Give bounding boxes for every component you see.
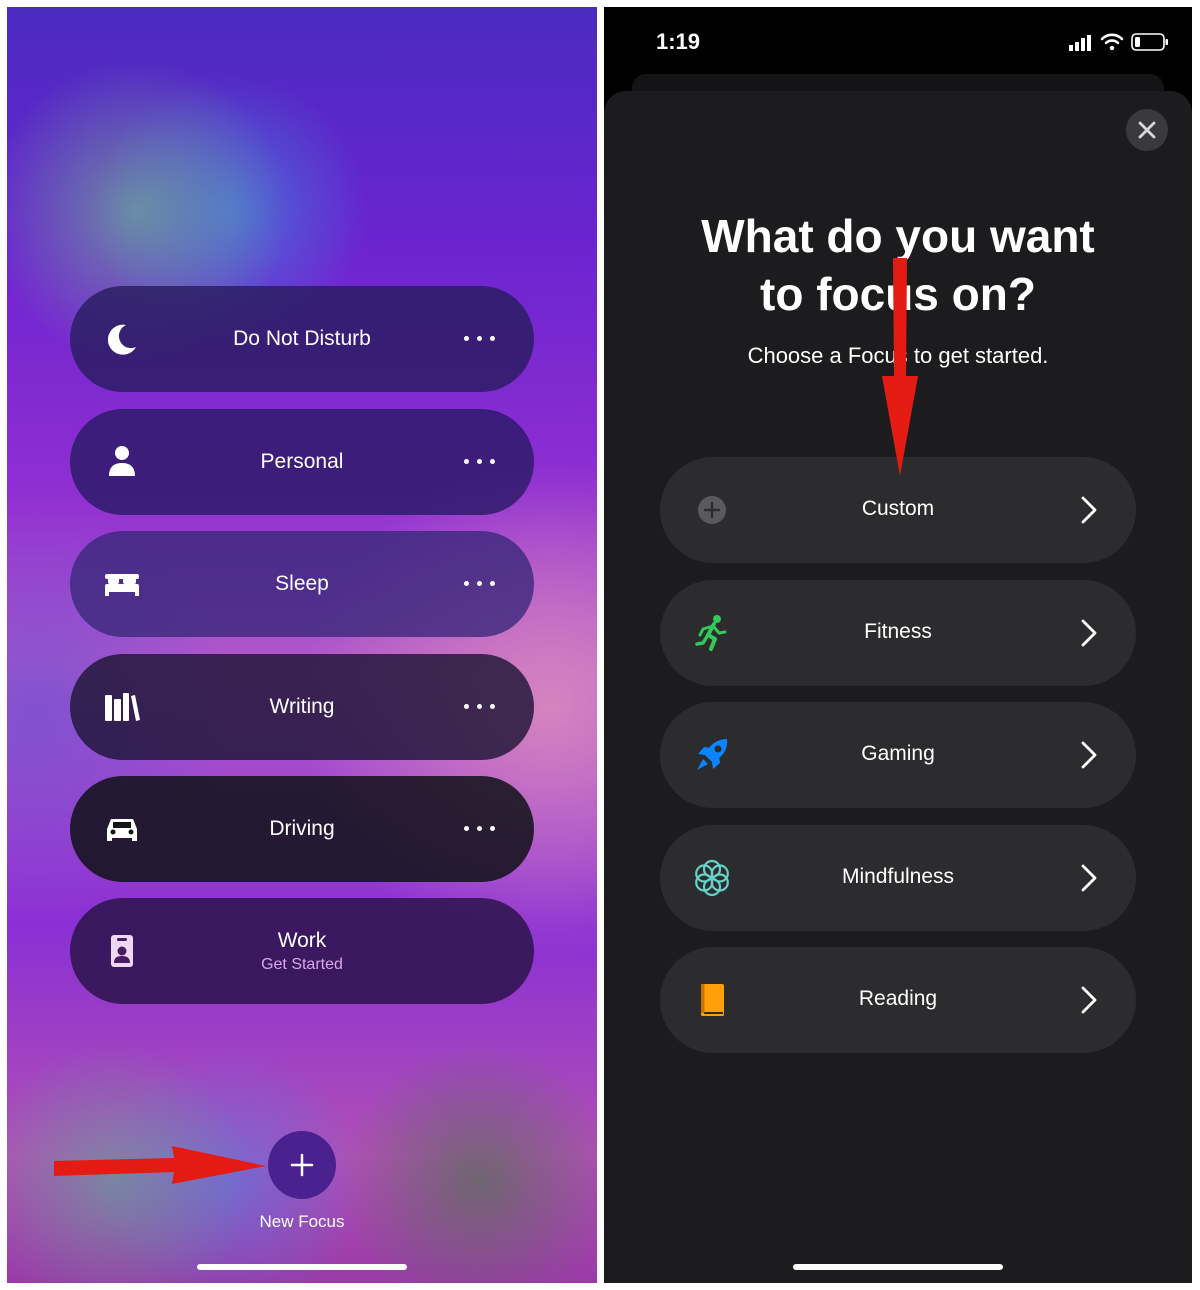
status-time: 1:19 bbox=[656, 29, 701, 54]
option-reading[interactable]: Reading bbox=[660, 947, 1136, 1053]
focus-driving[interactable]: Driving bbox=[70, 776, 534, 882]
focus-do-not-disturb[interactable]: Do Not Disturb bbox=[70, 286, 534, 392]
battery-icon bbox=[1131, 33, 1168, 51]
new-focus-screen: 1:19 What do you want to focus on? Choos… bbox=[604, 7, 1192, 1283]
option-gaming[interactable]: Gaming bbox=[660, 702, 1136, 808]
focus-work[interactable]: Work Get Started bbox=[70, 898, 534, 1004]
chevron-right-icon bbox=[1081, 496, 1097, 524]
option-label: Custom bbox=[861, 497, 935, 520]
annotation-arrow-down bbox=[882, 258, 918, 476]
option-fitness[interactable]: Fitness bbox=[660, 580, 1136, 686]
option-mindfulness[interactable]: Mindfulness bbox=[660, 825, 1136, 931]
home-indicator bbox=[793, 1264, 1003, 1270]
option-label: Mindfulness bbox=[841, 865, 955, 888]
close-icon bbox=[1138, 121, 1156, 139]
chevron-right-icon bbox=[1081, 864, 1097, 892]
cellular-signal-icon bbox=[1069, 35, 1091, 51]
wifi-icon bbox=[1100, 33, 1124, 51]
option-label: Gaming bbox=[861, 742, 935, 765]
home-indicator bbox=[197, 1264, 407, 1270]
focus-list-screen: Do Not Disturb Personal Sleep Writing Dr… bbox=[7, 7, 597, 1283]
more-options-icon[interactable] bbox=[464, 326, 496, 350]
close-button[interactable] bbox=[1126, 109, 1168, 151]
annotation-arrow-right bbox=[54, 1146, 266, 1184]
option-label: Fitness bbox=[864, 620, 932, 643]
title-line-1: What do you want bbox=[701, 210, 1095, 262]
new-focus-button[interactable] bbox=[268, 1131, 336, 1199]
new-focus-label: New Focus bbox=[259, 1212, 345, 1231]
chevron-right-icon bbox=[1081, 619, 1097, 647]
more-options-icon[interactable] bbox=[464, 816, 496, 840]
option-label: Reading bbox=[858, 987, 938, 1010]
chevron-right-icon bbox=[1081, 741, 1097, 769]
more-options-icon[interactable] bbox=[464, 449, 496, 473]
focus-subtitle: Get Started bbox=[261, 956, 343, 973]
focus-label: Work bbox=[277, 929, 327, 952]
more-options-icon[interactable] bbox=[464, 694, 496, 718]
plus-icon bbox=[290, 1153, 314, 1177]
more-options-icon[interactable] bbox=[464, 571, 496, 595]
focus-personal[interactable]: Personal bbox=[70, 409, 534, 515]
focus-sleep[interactable]: Sleep bbox=[70, 531, 534, 637]
focus-picker-sheet: What do you want to focus on? Choose a F… bbox=[604, 91, 1192, 1283]
chevron-right-icon bbox=[1081, 986, 1097, 1014]
focus-writing[interactable]: Writing bbox=[70, 654, 534, 760]
